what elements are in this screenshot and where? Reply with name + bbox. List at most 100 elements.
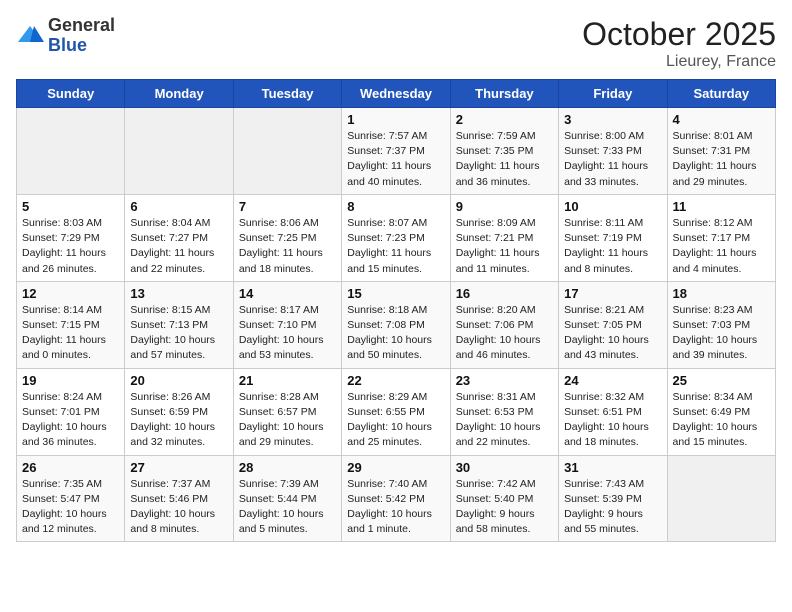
day-number: 31 (564, 460, 661, 475)
day-cell: 5 Sunrise: 8:03 AM Sunset: 7:29 PM Daylig… (17, 194, 125, 281)
day-info: Sunrise: 8:15 AM Sunset: 7:13 PM Dayligh… (130, 303, 227, 364)
day-cell: 19 Sunrise: 8:24 AM Sunset: 7:01 PM Dayli… (17, 368, 125, 455)
day-info: Sunrise: 8:14 AM Sunset: 7:15 PM Dayligh… (22, 303, 119, 364)
day-info: Sunrise: 8:00 AM Sunset: 7:33 PM Dayligh… (564, 129, 661, 190)
day-info: Sunrise: 8:21 AM Sunset: 7:05 PM Dayligh… (564, 303, 661, 364)
day-cell: 7Sunrise: 8:06 AM Sunset: 7:25 PM Daylig… (233, 194, 341, 281)
day-info: Sunrise: 7:42 AM Sunset: 5:40 PM Dayligh… (456, 477, 553, 538)
day-cell: 12Sunrise: 8:14 AM Sunset: 7:15 PM Dayli… (17, 281, 125, 368)
day-cell: 29 Sunrise: 7:40 AM Sunset: 5:42 PM Dayli… (342, 455, 450, 542)
day-cell: 14 Sunrise: 8:17 AM Sunset: 7:10 PM Dayli… (233, 281, 341, 368)
day-number: 10 (564, 199, 661, 214)
page-header: General Blue October 2025 Lieurey, Franc… (16, 16, 776, 71)
day-number: 18 (673, 286, 770, 301)
day-number: 17 (564, 286, 661, 301)
day-number: 3 (564, 112, 661, 127)
day-info: Sunrise: 7:59 AM Sunset: 7:35 PM Dayligh… (456, 129, 553, 190)
week-row-4: 19 Sunrise: 8:24 AM Sunset: 7:01 PM Dayli… (17, 368, 776, 455)
day-number: 19 (22, 373, 119, 388)
day-info: Sunrise: 8:11 AM Sunset: 7:19 PM Dayligh… (564, 216, 661, 277)
day-cell: 22 Sunrise: 8:29 AM Sunset: 6:55 PM Dayli… (342, 368, 450, 455)
day-number: 25 (673, 373, 770, 388)
day-info: Sunrise: 8:24 AM Sunset: 7:01 PM Dayligh… (22, 390, 119, 451)
weekday-header-wednesday: Wednesday (342, 80, 450, 108)
day-number: 23 (456, 373, 553, 388)
day-number: 1 (347, 112, 444, 127)
day-info: Sunrise: 7:40 AM Sunset: 5:42 PM Dayligh… (347, 477, 444, 538)
day-number: 20 (130, 373, 227, 388)
day-number: 5 (22, 199, 119, 214)
day-cell: 11 Sunrise: 8:12 AM Sunset: 7:17 PM Dayli… (667, 194, 775, 281)
day-number: 14 (239, 286, 336, 301)
logo-blue: Blue (48, 36, 115, 56)
day-cell: 8 Sunrise: 8:07 AM Sunset: 7:23 PM Daylig… (342, 194, 450, 281)
weekday-header-friday: Friday (559, 80, 667, 108)
week-row-1: 1 Sunrise: 7:57 AM Sunset: 7:37 PM Daylig… (17, 108, 776, 195)
day-info: Sunrise: 8:23 AM Sunset: 7:03 PM Dayligh… (673, 303, 770, 364)
day-info: Sunrise: 8:20 AM Sunset: 7:06 PM Dayligh… (456, 303, 553, 364)
weekday-header-thursday: Thursday (450, 80, 558, 108)
day-number: 6 (130, 199, 227, 214)
day-info: Sunrise: 8:01 AM Sunset: 7:31 PM Dayligh… (673, 129, 770, 190)
day-info: Sunrise: 8:18 AM Sunset: 7:08 PM Dayligh… (347, 303, 444, 364)
day-cell (17, 108, 125, 195)
day-cell: 2 Sunrise: 7:59 AM Sunset: 7:35 PM Daylig… (450, 108, 558, 195)
day-number: 13 (130, 286, 227, 301)
week-row-2: 5 Sunrise: 8:03 AM Sunset: 7:29 PM Daylig… (17, 194, 776, 281)
weekday-header-tuesday: Tuesday (233, 80, 341, 108)
day-info: Sunrise: 8:26 AM Sunset: 6:59 PM Dayligh… (130, 390, 227, 451)
weekday-header-monday: Monday (125, 80, 233, 108)
title-block: October 2025 Lieurey, France (582, 16, 776, 71)
day-number: 21 (239, 373, 336, 388)
day-cell: 6 Sunrise: 8:04 AM Sunset: 7:27 PM Daylig… (125, 194, 233, 281)
day-cell: 25 Sunrise: 8:34 AM Sunset: 6:49 PM Dayli… (667, 368, 775, 455)
day-number: 22 (347, 373, 444, 388)
weekday-header-row: SundayMondayTuesdayWednesdayThursdayFrid… (17, 80, 776, 108)
day-cell: 26 Sunrise: 7:35 AM Sunset: 5:47 PM Dayli… (17, 455, 125, 542)
day-info: Sunrise: 8:03 AM Sunset: 7:29 PM Dayligh… (22, 216, 119, 277)
day-number: 29 (347, 460, 444, 475)
day-number: 27 (130, 460, 227, 475)
day-info: Sunrise: 8:29 AM Sunset: 6:55 PM Dayligh… (347, 390, 444, 451)
day-cell: 28Sunrise: 7:39 AM Sunset: 5:44 PM Dayli… (233, 455, 341, 542)
day-info: Sunrise: 7:57 AM Sunset: 7:37 PM Dayligh… (347, 129, 444, 190)
day-number: 28 (239, 460, 336, 475)
day-number: 8 (347, 199, 444, 214)
week-row-5: 26 Sunrise: 7:35 AM Sunset: 5:47 PM Dayli… (17, 455, 776, 542)
day-cell: 16 Sunrise: 8:20 AM Sunset: 7:06 PM Dayli… (450, 281, 558, 368)
day-cell: 27Sunrise: 7:37 AM Sunset: 5:46 PM Dayli… (125, 455, 233, 542)
month-title: October 2025 (582, 16, 776, 53)
day-number: 24 (564, 373, 661, 388)
calendar-body: 1 Sunrise: 7:57 AM Sunset: 7:37 PM Daylig… (17, 108, 776, 542)
day-cell: 1 Sunrise: 7:57 AM Sunset: 7:37 PM Daylig… (342, 108, 450, 195)
day-info: Sunrise: 8:12 AM Sunset: 7:17 PM Dayligh… (673, 216, 770, 277)
day-info: Sunrise: 8:34 AM Sunset: 6:49 PM Dayligh… (673, 390, 770, 451)
day-info: Sunrise: 8:32 AM Sunset: 6:51 PM Dayligh… (564, 390, 661, 451)
day-cell (125, 108, 233, 195)
logo-general: General (48, 16, 115, 36)
day-info: Sunrise: 8:28 AM Sunset: 6:57 PM Dayligh… (239, 390, 336, 451)
day-number: 16 (456, 286, 553, 301)
day-info: Sunrise: 7:35 AM Sunset: 5:47 PM Dayligh… (22, 477, 119, 538)
logo-icon (16, 22, 44, 50)
day-number: 2 (456, 112, 553, 127)
weekday-header-saturday: Saturday (667, 80, 775, 108)
day-number: 11 (673, 199, 770, 214)
day-info: Sunrise: 8:07 AM Sunset: 7:23 PM Dayligh… (347, 216, 444, 277)
day-cell: 18 Sunrise: 8:23 AM Sunset: 7:03 PM Dayli… (667, 281, 775, 368)
day-info: Sunrise: 8:17 AM Sunset: 7:10 PM Dayligh… (239, 303, 336, 364)
day-number: 26 (22, 460, 119, 475)
day-number: 30 (456, 460, 553, 475)
day-cell: 20 Sunrise: 8:26 AM Sunset: 6:59 PM Dayli… (125, 368, 233, 455)
logo-text: General Blue (48, 16, 115, 56)
weekday-header-sunday: Sunday (17, 80, 125, 108)
day-info: Sunrise: 8:04 AM Sunset: 7:27 PM Dayligh… (130, 216, 227, 277)
day-cell: 21 Sunrise: 8:28 AM Sunset: 6:57 PM Dayli… (233, 368, 341, 455)
day-cell (233, 108, 341, 195)
day-cell: 4Sunrise: 8:01 AM Sunset: 7:31 PM Daylig… (667, 108, 775, 195)
day-cell (667, 455, 775, 542)
logo: General Blue (16, 16, 115, 56)
location: Lieurey, France (582, 53, 776, 71)
day-cell: 23Sunrise: 8:31 AM Sunset: 6:53 PM Dayli… (450, 368, 558, 455)
day-info: Sunrise: 7:43 AM Sunset: 5:39 PM Dayligh… (564, 477, 661, 538)
